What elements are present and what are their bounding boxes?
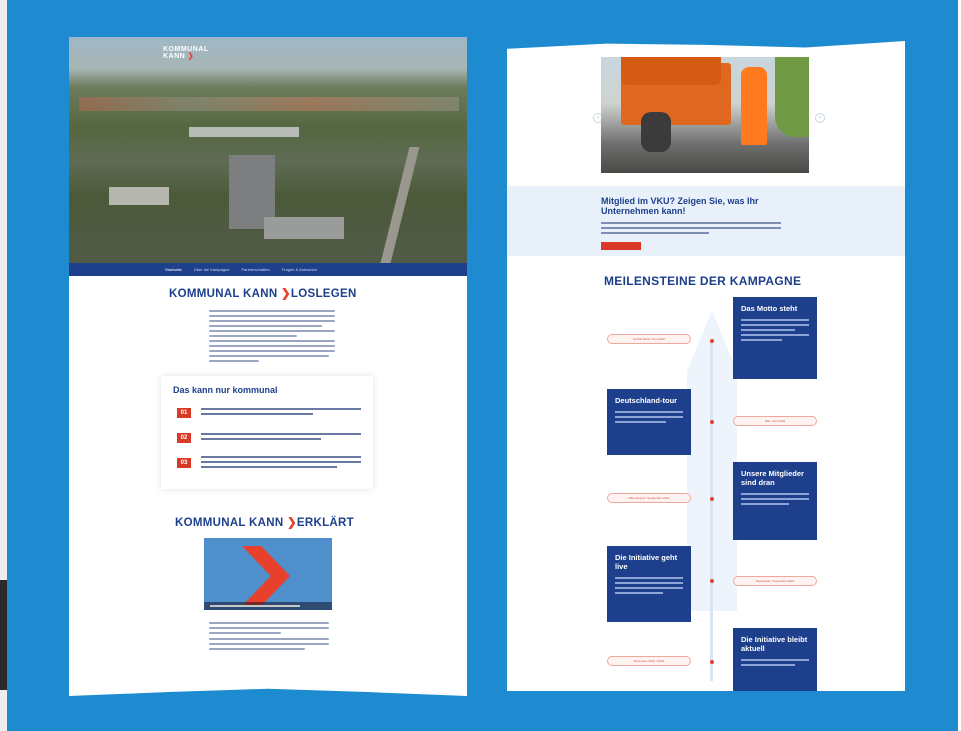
nav-item-faq[interactable]: Fragen & Antworten — [282, 267, 317, 272]
explainer-video[interactable] — [204, 538, 332, 610]
presentation-background: KOMMUNAL KANN ❯ Startseite Über die Kamp… — [7, 0, 958, 731]
item-text — [201, 456, 361, 471]
nav-item-campaign[interactable]: Über die Kampagne — [194, 267, 230, 272]
milestone-card: Deutschland-tour — [607, 389, 691, 455]
kommunal-card: Das kann nur kommunal 01 02 03 — [161, 376, 373, 489]
member-text — [601, 222, 781, 237]
main-navigation: Startseite Über die Kampagne Partnerscha… — [69, 263, 467, 276]
timeline-dot — [710, 660, 714, 664]
background-object — [0, 580, 7, 690]
nav-item-partners[interactable]: Partnerschaften — [241, 267, 269, 272]
milestone-date: September / November 2022 — [733, 576, 817, 586]
intro-text — [209, 310, 335, 365]
item-number: 02 — [177, 433, 191, 443]
nav-item-home[interactable]: Startseite — [165, 267, 182, 272]
milestone-card: Das Motto steht — [733, 297, 817, 379]
timeline-dot — [710, 339, 714, 343]
worker-photo — [601, 57, 809, 173]
item-text — [201, 433, 361, 443]
website-mockup-home: KOMMUNAL KANN ❯ Startseite Über die Kamp… — [69, 37, 467, 696]
timeline-dot — [710, 497, 714, 501]
milestone-date: Mitte August / September 2022 — [607, 493, 691, 503]
milestone-card: Die Initiative bleibt aktuell — [733, 628, 817, 691]
member-title: Mitglied im VKU? Zeigen Sie, was Ihr Unt… — [601, 196, 759, 216]
item-text — [201, 408, 361, 418]
milestone-card: Die Initiative geht live — [607, 546, 691, 622]
chevron-logo-icon — [242, 546, 290, 606]
background-edge — [0, 0, 7, 731]
milestone-date: Herbst 2021 / Juni 2022 — [607, 334, 691, 344]
section-heading-loslegen: KOMMUNAL KANN ❯LOSLEGEN — [169, 288, 357, 300]
timeline-spine — [710, 341, 713, 681]
timeline-dot — [710, 420, 714, 424]
hero-aerial-photo — [69, 37, 467, 263]
milestone-date: Mai / Juni 2022 — [733, 416, 817, 426]
section-heading-erklaert: KOMMUNAL KANN ❯ERKLÄRT — [175, 517, 354, 529]
card-title: Das kann nur kommunal — [173, 385, 278, 395]
item-number: 03 — [177, 458, 191, 468]
timeline-dot — [710, 579, 714, 583]
slider-next-icon[interactable]: › — [815, 113, 825, 123]
member-cta-button[interactable] — [601, 242, 641, 250]
video-controls[interactable] — [204, 602, 332, 610]
milestone-date: Dezember 2022 / 2023 — [607, 656, 691, 666]
item-number: 01 — [177, 408, 191, 418]
kommunal-kann-logo[interactable]: KOMMUNAL KANN ❯ — [163, 46, 209, 60]
video-text — [209, 622, 329, 653]
milestones-title: MEILENSTEINE DER KAMPAGNE — [604, 274, 802, 288]
milestone-card: Unsere Mitglieder sind dran — [733, 462, 817, 540]
website-mockup-campaign: ‹ › Mitglied im VKU? Zeigen Sie, was Ihr… — [507, 41, 905, 691]
